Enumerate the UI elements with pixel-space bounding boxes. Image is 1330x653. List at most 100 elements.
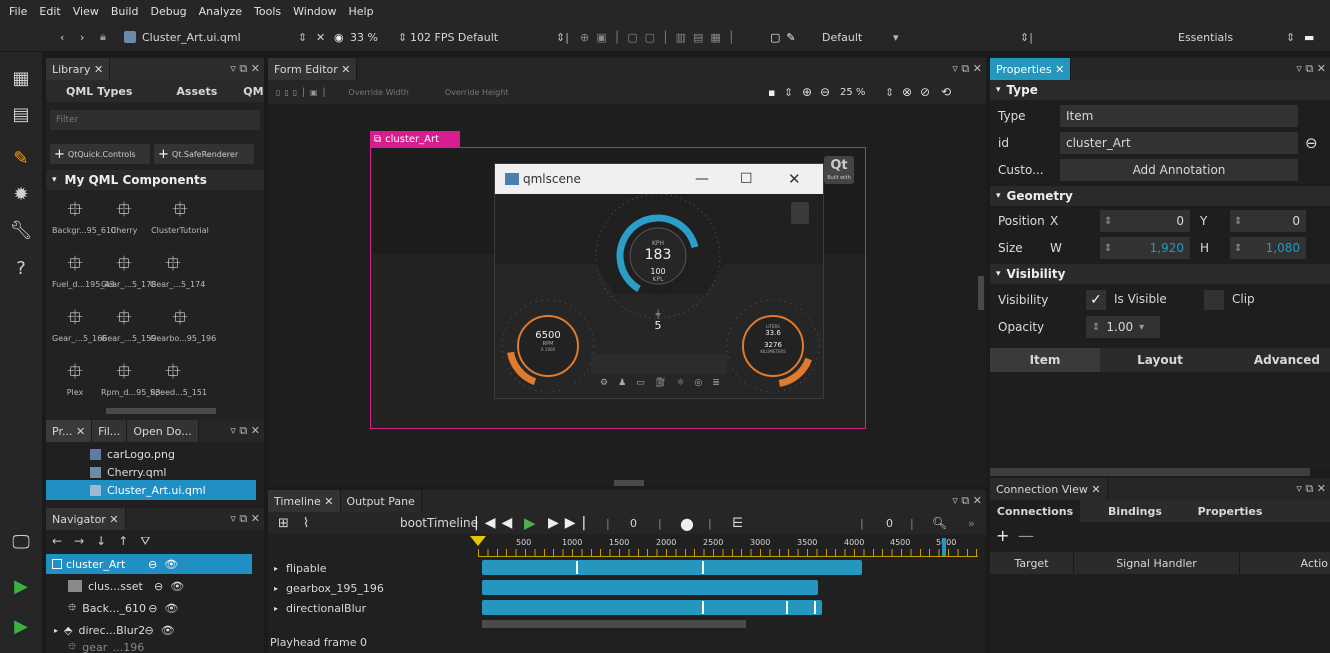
layout-tools-icons[interactable]: ⊕▣│▢▢│▥▤▦│ bbox=[580, 22, 741, 52]
playhead-marker[interactable] bbox=[470, 536, 486, 546]
keyframe[interactable] bbox=[786, 601, 788, 614]
keyframe[interactable] bbox=[702, 601, 704, 614]
menu-tools[interactable]: Tools bbox=[254, 5, 281, 18]
export-icon[interactable]: ⊖ bbox=[1305, 134, 1318, 152]
eye-icon[interactable]: 👁︎ bbox=[161, 624, 175, 637]
navigator-item-selected[interactable]: cluster_Art ⊖ 👁︎ bbox=[46, 554, 252, 574]
panel-controls[interactable]: ▿ ⧉ ✕ bbox=[1296, 58, 1326, 80]
selected-item-label[interactable]: ⧉ cluster_Art bbox=[370, 131, 460, 147]
component-item[interactable]: ⯐ Gear_...5_159 bbox=[101, 302, 156, 354]
arrow-left-icon[interactable]: ← bbox=[52, 534, 62, 548]
to-end-icon[interactable]: ▶▶| bbox=[548, 515, 592, 531]
panel-controls[interactable]: ▿ ⧉ ✕ bbox=[952, 58, 982, 80]
track-bar-blur[interactable] bbox=[482, 600, 822, 615]
tab-qml-imports[interactable]: QM bbox=[243, 85, 263, 98]
arrow-down-icon[interactable]: ↓ bbox=[96, 534, 106, 548]
spin-arrows-icon[interactable]: ⇕ bbox=[1104, 243, 1112, 254]
remove-connection-icon[interactable]: — bbox=[1018, 526, 1034, 545]
open-documents-tab[interactable]: Open Do... bbox=[127, 420, 199, 442]
library-filter-input[interactable]: Filter bbox=[50, 110, 260, 130]
menu-view[interactable]: View bbox=[73, 5, 99, 18]
canvas-scroll-h[interactable] bbox=[614, 480, 644, 486]
lock-icon[interactable]: 🔒︎ bbox=[100, 22, 106, 52]
component-item[interactable]: ⯐ Speed...5_151 bbox=[150, 356, 207, 408]
visibility-section[interactable]: ▾ Visibility bbox=[990, 264, 1330, 284]
geometry-section[interactable]: ▾ Geometry bbox=[990, 186, 1330, 206]
timeline-name[interactable]: bootTimeline bbox=[400, 516, 478, 530]
project-tab[interactable]: Pr... ✕ bbox=[46, 420, 93, 442]
play-icon[interactable]: ▶ bbox=[524, 514, 536, 532]
component-item[interactable]: ⯐ Rpm_d...95_83 bbox=[101, 356, 161, 408]
track-bar-flipable[interactable] bbox=[482, 560, 862, 575]
chevron-right-icon[interactable]: ▸ bbox=[274, 584, 278, 593]
component-item[interactable]: ⯐ Backgr...95_610 bbox=[52, 194, 116, 246]
design-mode-icon[interactable]: ✎ bbox=[9, 146, 33, 170]
chevron-right-icon[interactable]: ▸ bbox=[274, 604, 278, 613]
arrow-right-icon[interactable]: → bbox=[74, 534, 84, 548]
more-icon[interactable]: » bbox=[968, 517, 975, 530]
opacity-spinbox[interactable]: ⇕ 1.00 ▾ bbox=[1086, 316, 1160, 338]
column-target[interactable]: Target bbox=[990, 552, 1074, 574]
record-icon[interactable]: ● bbox=[680, 514, 694, 533]
keyframe[interactable] bbox=[702, 561, 704, 574]
debug-mode-icon[interactable]: ✹ bbox=[9, 182, 33, 206]
anchor-icons[interactable]: ▯▯▯│▣│ bbox=[276, 88, 330, 97]
close-icon[interactable]: ✕ bbox=[1091, 483, 1100, 496]
maximize-icon[interactable]: ☐ bbox=[740, 171, 753, 187]
chevron-right-icon[interactable]: ▸ bbox=[54, 626, 58, 635]
component-item[interactable]: ⯐ Gear_...5_166 bbox=[52, 302, 107, 354]
chevron-down-icon[interactable]: ▾ bbox=[1139, 322, 1144, 333]
add-annotation-button[interactable]: Add Annotation bbox=[1060, 159, 1298, 181]
add-import-safe-renderer[interactable]: + Qt.SafeRenderer bbox=[154, 144, 254, 164]
component-item[interactable]: ⯐ Gear_...5_174 bbox=[150, 248, 205, 300]
component-item[interactable]: ⯐ Cherry bbox=[101, 194, 147, 246]
export-icon[interactable]: ⊖ bbox=[144, 624, 153, 637]
panel-controls[interactable]: ▿ ⧉ ✕ bbox=[230, 420, 260, 442]
menu-analyze[interactable]: Analyze bbox=[199, 5, 242, 18]
canvas-scroll-v[interactable] bbox=[978, 276, 984, 310]
export-icon[interactable]: ⊖ bbox=[148, 558, 157, 571]
keyframe[interactable] bbox=[576, 561, 578, 574]
track-row[interactable]: ▸ gearbox_195_196 bbox=[268, 578, 476, 598]
component-item[interactable]: ⯐ Gear_...5_178 bbox=[101, 248, 156, 300]
form-editor-canvas[interactable]: ⧉ cluster_Art Qt Built with qmlscene — ☐ ✕ bbox=[268, 104, 986, 486]
spin-arrows-icon[interactable]: ⇕ bbox=[1234, 243, 1242, 254]
spin-arrows-icon[interactable]: ⇕ bbox=[1234, 216, 1242, 227]
my-components-section[interactable]: ▾ My QML Components bbox=[46, 170, 264, 190]
close-icon[interactable]: ✕ bbox=[1055, 63, 1064, 76]
export-icon[interactable]: ⊖ bbox=[148, 602, 157, 615]
close-icon[interactable]: ✕ bbox=[324, 495, 333, 508]
export-icon[interactable]: ⊖ bbox=[154, 580, 163, 593]
tab-connections[interactable]: Connections bbox=[990, 500, 1080, 522]
file-item-selected[interactable]: Cluster_Art.ui.qml bbox=[46, 480, 256, 500]
snap-icon[interactable]: ▪ bbox=[768, 86, 775, 99]
component-item[interactable]: ⯐ Fuel_d...195_43 bbox=[52, 248, 115, 300]
form-editor-tab[interactable]: Form Editor ✕ bbox=[268, 58, 358, 80]
panel-controls[interactable]: ▿ ⧉ ✕ bbox=[230, 58, 260, 80]
target-device-icon[interactable]: 🖵︎ bbox=[9, 530, 33, 554]
zoom-in-icon[interactable]: ⊕ bbox=[802, 85, 812, 99]
end-marker[interactable] bbox=[942, 538, 946, 556]
reset-view-icon[interactable]: ⟲ bbox=[941, 85, 951, 99]
h-spinbox[interactable]: ⇕ 1,080 bbox=[1230, 237, 1306, 259]
add-connection-icon[interactable]: + bbox=[996, 526, 1009, 545]
close-icon[interactable]: ✕ bbox=[788, 170, 801, 188]
component-item[interactable]: ⯐ Plex bbox=[52, 356, 98, 408]
welcome-mode-icon[interactable]: ▦ bbox=[9, 66, 33, 90]
open-file-name[interactable]: Cluster_Art.ui.qml bbox=[142, 22, 241, 52]
file-switch-icon[interactable]: ⇕ bbox=[298, 22, 307, 52]
close-icon[interactable]: ✕ bbox=[76, 425, 85, 438]
track-bar-gearbox[interactable] bbox=[482, 580, 818, 595]
zoom-icon[interactable]: ◉ bbox=[334, 22, 344, 52]
curve-editor-icon[interactable]: ⌇ bbox=[303, 516, 309, 531]
toolbar-zoom[interactable]: 33 % bbox=[350, 22, 378, 52]
library-tab[interactable]: Library ✕ bbox=[46, 58, 111, 80]
navigator-tab[interactable]: Navigator ✕ bbox=[46, 508, 126, 530]
tab-advanced[interactable]: Advanced bbox=[1220, 348, 1330, 372]
chevron-right-icon[interactable]: ▸ bbox=[274, 564, 278, 573]
w-spinbox[interactable]: ⇕ 1,920 bbox=[1100, 237, 1190, 259]
edit-tools-icons[interactable]: ▢✎ bbox=[770, 22, 802, 52]
menu-window[interactable]: Window bbox=[293, 5, 336, 18]
is-visible-checkbox[interactable]: ✓ bbox=[1086, 290, 1106, 310]
style-selector[interactable]: Default bbox=[822, 22, 862, 52]
